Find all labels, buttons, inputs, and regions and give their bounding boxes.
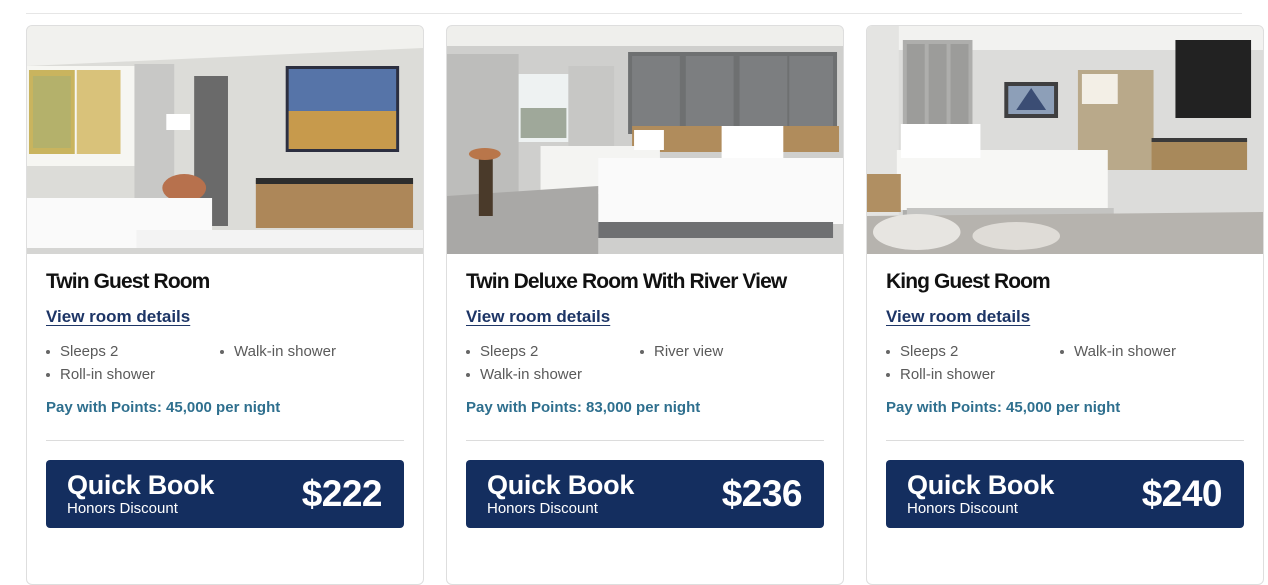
room-photo[interactable] xyxy=(447,26,843,254)
bullet-icon xyxy=(886,349,890,354)
room-photo[interactable] xyxy=(867,26,1263,254)
amenity-item: Sleeps 2 xyxy=(886,343,1060,360)
honors-discount-label: Honors Discount xyxy=(487,500,598,517)
bullet-icon xyxy=(220,349,224,354)
amenities-list: Sleeps 2 Walk-in shower Roll-in shower xyxy=(886,343,1244,383)
room-card: King Guest Room View room details Sleeps… xyxy=(866,25,1264,585)
quick-book-button[interactable]: Quick Book Honors Discount $240 xyxy=(886,460,1244,528)
pay-with-points: Pay with Points: 45,000 per night xyxy=(886,399,1121,416)
room-cards: Twin Guest Room View room details Sleeps… xyxy=(26,25,1264,585)
quick-book-button[interactable]: Quick Book Honors Discount $236 xyxy=(466,460,824,528)
amenities-list: Sleeps 2 River view Walk-in shower xyxy=(466,343,824,383)
honors-discount-label: Honors Discount xyxy=(907,500,1018,517)
card-divider xyxy=(466,440,824,441)
amenity-item: River view xyxy=(640,343,824,360)
king-guest-room-image xyxy=(867,26,1263,254)
bullet-icon xyxy=(886,372,890,377)
card-divider xyxy=(46,440,404,441)
twin-guest-room-image xyxy=(27,26,423,254)
quick-book-label: Quick Book xyxy=(907,470,1055,500)
top-divider xyxy=(26,13,1242,14)
pay-with-points: Pay with Points: 45,000 per night xyxy=(46,399,281,416)
quick-book-label: Quick Book xyxy=(67,470,215,500)
amenity-item: Roll-in shower xyxy=(46,366,220,383)
room-title: Twin Guest Room xyxy=(46,270,210,293)
room-title: King Guest Room xyxy=(886,270,1051,293)
view-room-details-link[interactable]: View room details xyxy=(46,307,190,327)
amenity-item: Sleeps 2 xyxy=(466,343,640,360)
view-room-details-link[interactable]: View room details xyxy=(466,307,610,327)
bullet-icon xyxy=(46,349,50,354)
bullet-icon xyxy=(46,372,50,377)
bullet-icon xyxy=(466,349,470,354)
room-price: $240 xyxy=(1141,473,1223,514)
bullet-icon xyxy=(466,372,470,377)
amenities-list: Sleeps 2 Walk-in shower Roll-in shower xyxy=(46,343,404,383)
bullet-icon xyxy=(640,349,644,354)
room-title: Twin Deluxe Room With River View xyxy=(466,270,787,293)
bullet-icon xyxy=(1060,349,1064,354)
amenity-item: Walk-in shower xyxy=(220,343,404,360)
amenity-item: Sleeps 2 xyxy=(46,343,220,360)
room-price: $222 xyxy=(301,473,383,514)
card-divider xyxy=(886,440,1244,441)
quick-book-label: Quick Book xyxy=(487,470,635,500)
twin-deluxe-room-image xyxy=(447,26,843,254)
amenity-item: Roll-in shower xyxy=(886,366,1060,383)
quick-book-button[interactable]: Quick Book Honors Discount $222 xyxy=(46,460,404,528)
view-room-details-link[interactable]: View room details xyxy=(886,307,1030,327)
honors-discount-label: Honors Discount xyxy=(67,500,178,517)
room-card: Twin Guest Room View room details Sleeps… xyxy=(26,25,424,585)
room-card: Twin Deluxe Room With River View View ro… xyxy=(446,25,844,585)
amenity-item: Walk-in shower xyxy=(466,366,640,383)
room-photo[interactable] xyxy=(27,26,423,254)
room-price: $236 xyxy=(721,473,803,514)
pay-with-points: Pay with Points: 83,000 per night xyxy=(466,399,701,416)
amenity-item: Walk-in shower xyxy=(1060,343,1244,360)
